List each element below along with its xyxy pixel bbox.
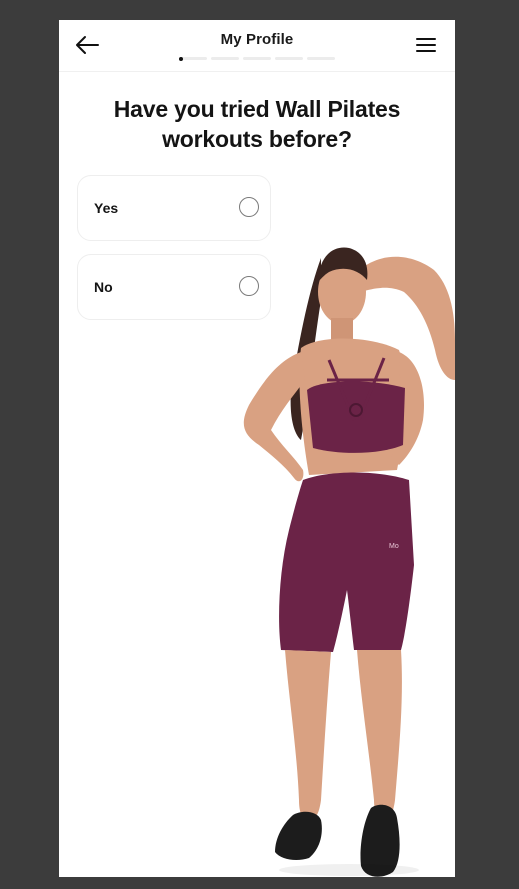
page-title: My Profile — [220, 31, 294, 48]
top-bar: My Profile — [59, 20, 455, 72]
progress-step — [243, 57, 271, 60]
progress-step — [307, 57, 335, 60]
radio-button[interactable] — [239, 197, 259, 217]
hamburger-menu-icon — [416, 38, 436, 52]
progress-step — [179, 56, 207, 61]
fitness-model-illustration: Mo — [243, 247, 455, 877]
question-heading: Have you tried Wall Pilates workouts bef… — [113, 96, 401, 152]
progress-indicator — [179, 56, 335, 61]
option-label: Yes — [94, 200, 119, 216]
svg-text:Mo: Mo — [389, 543, 399, 550]
phone-screen: My Profile Have you tried Wall Pilates w… — [59, 20, 455, 877]
option-label: No — [94, 279, 113, 295]
progress-step — [211, 57, 239, 60]
progress-step — [275, 57, 303, 60]
menu-button[interactable] — [415, 35, 437, 55]
